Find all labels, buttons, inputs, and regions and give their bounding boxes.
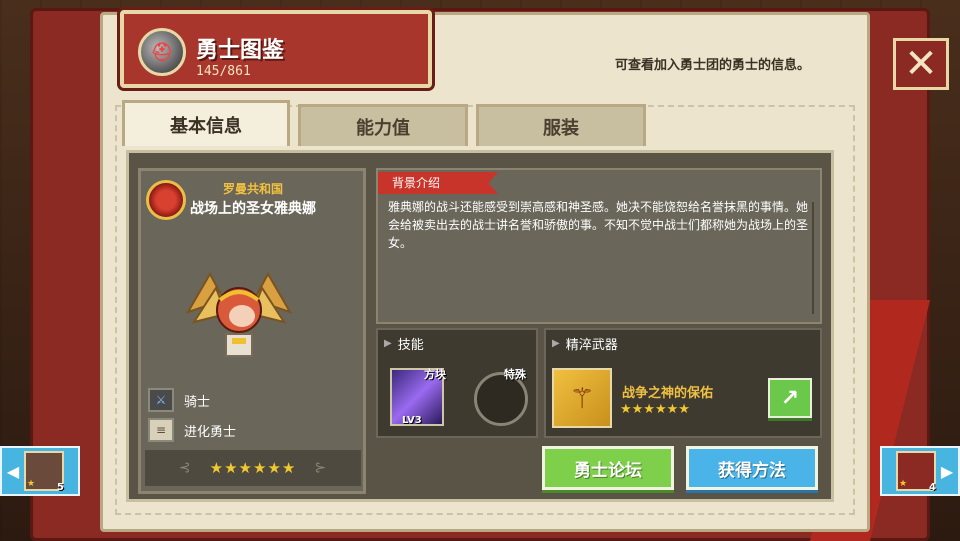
chevron-left-icon: ◀ [6,461,20,481]
faction-emblem-icon [146,180,186,220]
scroll-icon: ≡ [148,418,174,442]
arrow-icon: ▶ [552,338,560,349]
tab-costume[interactable]: 服装 [476,104,646,146]
next-hero-button[interactable]: ★ 4 ▶ [880,446,960,496]
hero-forum-button[interactable]: 勇士论坛 [542,446,674,490]
hero-stars: ★★★★★★ [209,459,297,477]
close-button[interactable]: ✕ [893,38,949,90]
weapon-name: 战争之神的保佑 [622,386,714,401]
faction-name: 罗曼共和国 [222,182,283,196]
skills-heading: ▶ 技能 [384,334,424,353]
hero-sprite [185,271,293,357]
tab-stats[interactable]: 能力值 [298,104,468,146]
skill-level: LV3 [402,415,422,426]
weapon-stars: ★★★★★★ [620,402,690,417]
next-hero-portrait: ★ 4 [896,451,936,493]
hero-name: 战场上的圣女雅典娜 [190,201,316,217]
helmet-icon: ⛑ [138,28,186,76]
hero-class-label: 骑士 [184,394,211,410]
prev-hero-level: 5 [57,482,64,493]
hero-type-label: 进化勇士 [184,424,237,440]
obtain-method-button[interactable]: 获得方法 [686,446,818,490]
background-heading: 背景介绍 [378,172,498,194]
prev-hero-portrait: ★ 5 [24,451,64,493]
hero-class-row: ⚔ 骑士 [148,388,210,412]
title-plate: ⛑ 勇士图鉴 145/861 [120,10,432,88]
page-title: 勇士图鉴 [196,38,285,63]
prev-hero-button[interactable]: ◀ ★ 5 [0,446,80,496]
chevron-right-icon: ▶ [940,461,954,481]
star-icon: ★ [27,479,36,489]
tab-basic-info[interactable]: 基本信息 [122,100,290,146]
hint-text: 可查看加入勇士团的勇士的信息。 [614,58,810,73]
skill-tag: 方块 [424,368,446,381]
collection-count: 145/861 [196,64,251,79]
star-icon: ★ [899,479,908,489]
story-scrollbar[interactable] [812,202,814,314]
knight-class-icon: ⚔ [148,388,174,412]
special-tag: 特殊 [504,368,526,381]
weapon-heading: ▶ 精淬武器 [552,334,618,353]
weapon-icon[interactable]: ⚚ [552,368,612,428]
hero-type-row: ≡ 进化勇士 [148,418,236,442]
weapon-go-button[interactable]: ↗ [768,378,812,418]
stars-deco-left-icon: ⊰ [178,460,192,476]
skills-heading-label: 技能 [397,338,424,353]
weapon-heading-label: 精淬武器 [565,338,618,353]
next-hero-level: 4 [929,482,936,493]
hero-stars-bar: ⊰ ★★★★★★ ⊱ [145,450,361,486]
background-story: 雅典娜的战斗还能感受到崇高感和神圣感。她决不能饶恕给名誉抹黑的事情。她会给被卖出… [388,200,809,250]
stars-deco-right-icon: ⊱ [314,460,328,476]
arrow-icon: ▶ [384,338,392,349]
